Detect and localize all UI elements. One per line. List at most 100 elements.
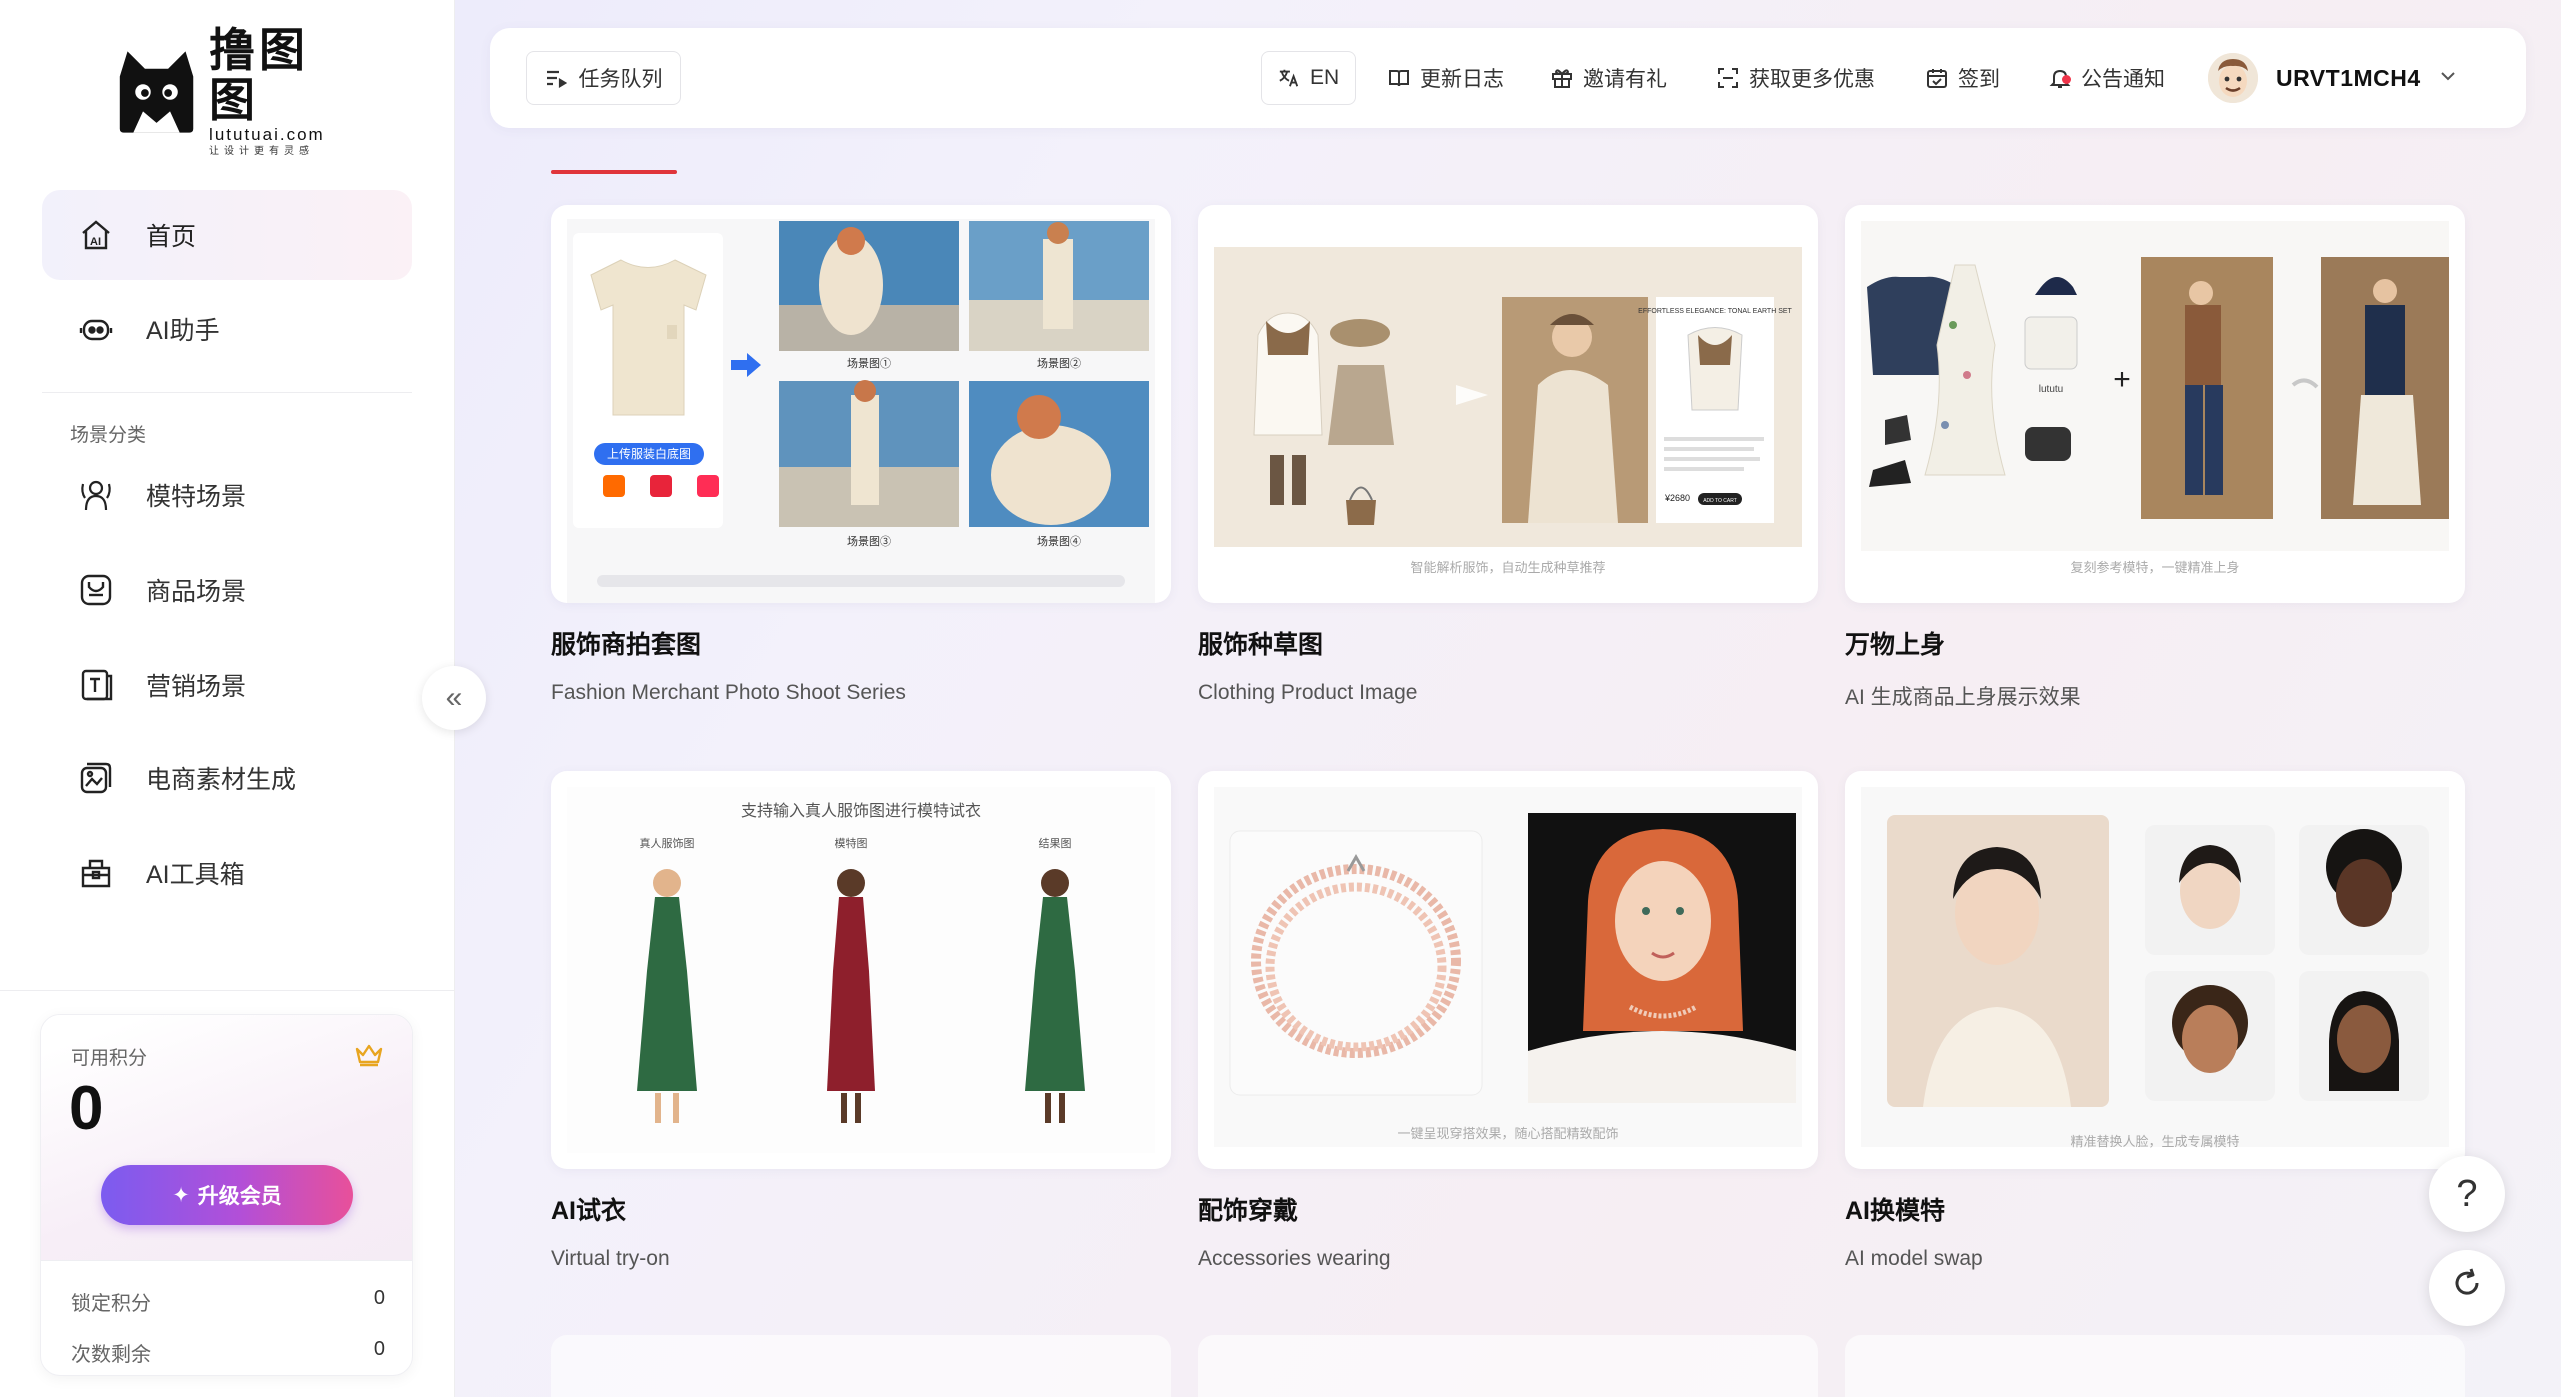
avatar xyxy=(2208,53,2258,103)
toolbox-icon xyxy=(78,855,114,891)
card-caption: 复刻参考模特，一键精准上身 xyxy=(2070,560,2240,575)
double-chevron-left-icon: « xyxy=(445,681,463,714)
upload-white-bg-button: 上传服装白底图 xyxy=(607,446,691,461)
card-description: Accessories wearing xyxy=(1198,1247,1391,1270)
calendar-check-icon xyxy=(1926,67,1948,89)
svg-text:+: + xyxy=(2113,363,2131,396)
card-caption: 精准替换人脸，生成专属模特 xyxy=(2070,1134,2240,1149)
virtual-tryon-preview: 真人服饰图 模特图 结果图 xyxy=(567,787,1155,1153)
product-bag-icon xyxy=(78,572,114,608)
task-queue-label: 任务队列 xyxy=(578,68,663,91)
invite-link[interactable]: 邀请有礼 xyxy=(1551,51,1667,105)
help-icon: ? xyxy=(2456,1172,2478,1215)
task-queue-button[interactable]: 任务队列 xyxy=(526,51,681,105)
card-title: 配饰穿戴 xyxy=(1198,1197,1299,1225)
next-row-card-peek xyxy=(1198,1335,1818,1397)
sidebar-item-model-scene[interactable]: 模特场景 xyxy=(42,450,412,540)
locked-credits-label: 锁定积分 xyxy=(71,1293,151,1315)
scene-card-accessories[interactable]: 一键呈现穿搭效果，随心搭配精致配饰 配饰穿戴 Accessories weari… xyxy=(1198,771,1818,1271)
add-to-cart-button: ADD TO CART xyxy=(1703,498,1737,504)
card-caption: 一键呈现穿搭效果，随心搭配精致配饰 xyxy=(1397,1126,1619,1141)
section-title: 场景分类 xyxy=(70,425,147,446)
card-title: AI试衣 xyxy=(551,1197,627,1225)
scene-card-try-everything[interactable]: lututu + 复刻参考模特，一键精准上身 万物上身 AI 生成商品上身展示效… xyxy=(1845,205,2465,711)
upgrade-membership-button[interactable]: ✦ 升级会员 xyxy=(101,1165,353,1225)
credit-panel: 可用积分 0 ✦ 升级会员 锁定积分 0 次数剩余 0 xyxy=(40,1014,413,1376)
card-title: 服饰商拍套图 xyxy=(551,631,702,659)
sidebar-item-product-scene[interactable]: 商品场景 xyxy=(42,545,412,635)
crown-icon xyxy=(355,1044,383,1067)
changelog-link[interactable]: 更新日志 xyxy=(1388,51,1504,105)
collapse-sidebar-button[interactable]: « xyxy=(422,666,486,730)
logo[interactable]: 撸图图 lututuai.com 让设计更有灵感 xyxy=(114,25,354,157)
brand-domain: lututuai.com xyxy=(209,125,325,144)
sidebar-divider xyxy=(42,392,412,393)
sidebar-item-label: 营销场景 xyxy=(146,673,247,701)
list-icon xyxy=(545,67,567,89)
book-icon xyxy=(1388,67,1410,89)
translate-icon xyxy=(1278,67,1300,89)
card-thumbnail: 一键呈现穿搭效果，随心搭配精致配饰 xyxy=(1198,771,1818,1169)
help-button[interactable]: ? xyxy=(2429,1156,2505,1232)
locked-credits-row: 锁定积分 0 xyxy=(71,1287,385,1316)
sidebar-item-label: 电商素材生成 xyxy=(146,766,297,794)
brand-slogan: 让设计更有灵感 xyxy=(209,146,315,157)
invite-label: 邀请有礼 xyxy=(1583,68,1667,91)
scene-label-4: 场景图④ xyxy=(1037,534,1081,548)
card-description: Virtual try-on xyxy=(551,1247,670,1270)
scene-label-3: 场景图③ xyxy=(847,534,891,548)
sidebar-item-home[interactable]: AI 首页 xyxy=(42,190,412,280)
card-thumbnail: lututu + 复刻参考模特，一键精准上身 xyxy=(1845,205,2465,603)
sidebar-item-marketing-scene[interactable]: 营销场景 xyxy=(42,640,412,730)
sparkle-icon: ✦ xyxy=(172,1183,190,1207)
username: URVT1MCH4 xyxy=(2276,64,2421,91)
notification-dot xyxy=(2062,75,2071,84)
sidebar-bottom-divider xyxy=(0,990,454,991)
changelog-label: 更新日志 xyxy=(1420,68,1504,91)
card-thumbnail: EFFORTLESS ELEGANCE: TONAL EARTH SET ¥26… xyxy=(1198,205,1818,603)
model-swap-preview xyxy=(1861,787,2449,1147)
accessories-preview xyxy=(1214,787,1802,1147)
scene-card-virtual-tryon[interactable]: 支持输入真人服饰图进行模特试衣 真人服饰图 模特图 结果图 AI试衣 Virtu… xyxy=(551,771,1171,1271)
notice-link[interactable]: 公告通知 xyxy=(2049,51,2165,105)
sidebar-item-label: AI助手 xyxy=(146,317,220,345)
language-toggle[interactable]: EN xyxy=(1261,51,1357,105)
logo-text: 撸图图 lututuai.com 让设计更有灵感 xyxy=(209,25,354,159)
scene-label-2: 场景图② xyxy=(1037,356,1081,370)
sidebar-item-label: 首页 xyxy=(146,223,197,251)
gift-icon xyxy=(1551,67,1573,89)
card-heading: 支持输入真人服饰图进行模特试衣 xyxy=(740,803,981,820)
robot-icon xyxy=(78,311,114,347)
card-description: Fashion Merchant Photo Shoot Series xyxy=(551,681,906,704)
card-thumbnail: 上传服装白底图 场景图① 场景图② 场景图③ 场景图④ xyxy=(551,205,1171,603)
card-title: 服饰种草图 xyxy=(1198,631,1324,659)
fashion-shoot-preview: 上传服装白底图 场景图① 场景图② 场景图③ 场景图④ xyxy=(567,219,1155,603)
brand-name: 撸图图 xyxy=(209,24,310,126)
clothing-product-preview: EFFORTLESS ELEGANCE: TONAL EARTH SET ¥26… xyxy=(1214,247,1802,547)
card-title: AI换模特 xyxy=(1845,1197,1946,1225)
more-offers-link[interactable]: 获取更多优惠 xyxy=(1717,51,1875,105)
scene-card-fashion-shoot[interactable]: 上传服装白底图 场景图① 场景图② 场景图③ 场景图④ 服饰商拍套图 Fashi… xyxy=(551,205,1171,705)
bag-brand: lututu xyxy=(2039,384,2063,395)
user-menu[interactable]: URVT1MCH4 xyxy=(2208,46,2457,110)
sidebar-item-label: AI工具箱 xyxy=(146,861,245,889)
refresh-button[interactable] xyxy=(2429,1250,2505,1326)
locked-credits-value: 0 xyxy=(373,1287,385,1309)
sidebar-item-ai-assistant[interactable]: AI助手 xyxy=(42,284,412,374)
card-description: AI model swap xyxy=(1845,1247,1983,1270)
available-credits-label: 可用积分 xyxy=(71,1048,148,1069)
bell-icon xyxy=(2049,67,2071,89)
card-thumbnail: 精准替换人脸，生成专属模特 xyxy=(1845,771,2465,1169)
top-header: 任务队列 EN 更新日志 邀请有礼 获取更多优惠 签到 公告通知 URVT1MC… xyxy=(490,28,2526,128)
scene-card-clothing-product[interactable]: EFFORTLESS ELEGANCE: TONAL EARTH SET ¥26… xyxy=(1198,205,1818,705)
scene-card-model-swap[interactable]: 精准替换人脸，生成专属模特 AI换模特 AI model swap xyxy=(1845,771,2465,1271)
card-description: AI 生成商品上身展示效果 xyxy=(1845,686,2081,709)
sidebar-item-ai-toolbox[interactable]: AI工具箱 xyxy=(42,828,412,918)
card-description: Clothing Product Image xyxy=(1198,681,1418,704)
svg-text:AI: AI xyxy=(90,236,101,248)
sidebar-item-ecommerce-material[interactable]: 电商素材生成 xyxy=(42,733,412,823)
scene-label-1: 场景图① xyxy=(847,356,891,370)
checkin-link[interactable]: 签到 xyxy=(1926,51,2000,105)
language-label: EN xyxy=(1310,66,1340,89)
next-row-card-peek xyxy=(551,1335,1171,1397)
